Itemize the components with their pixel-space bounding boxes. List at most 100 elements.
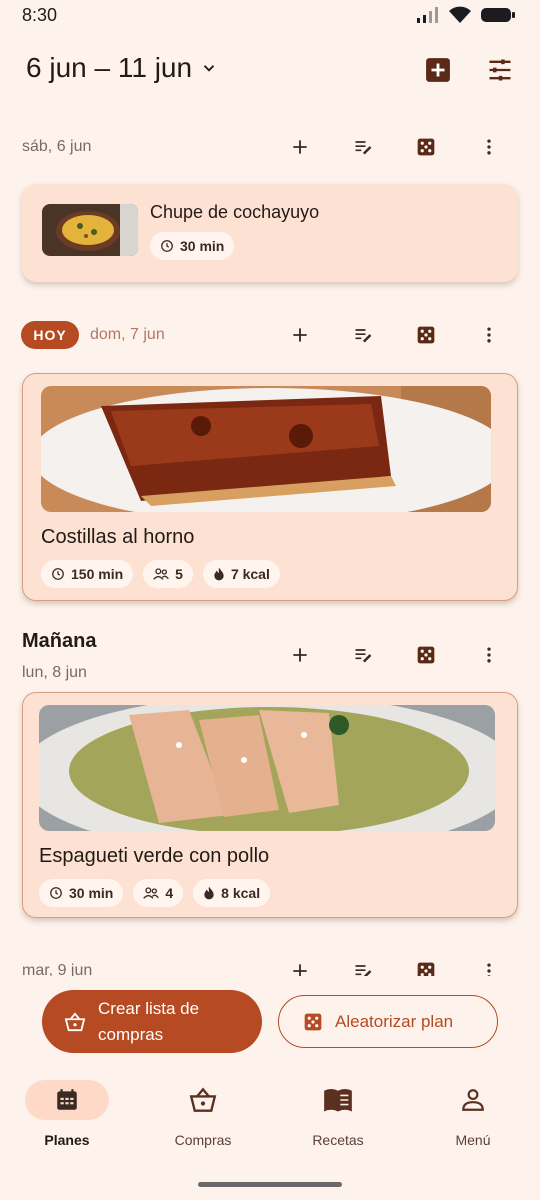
day-actions [268,318,520,352]
kcal-value: 7 kcal [230,566,270,582]
create-shopping-list-button[interactable]: Crear lista de compras [42,990,262,1053]
date-range-label: 6 jun – 11 jun [26,52,193,83]
dice-icon [417,962,434,976]
flame-icon [204,886,214,900]
chevron-down-icon [203,65,215,72]
plus-icon [292,140,307,154]
day-actions [268,130,520,164]
basket-icon [64,1011,86,1031]
meal-chips: 30 min [150,232,235,260]
time-value: 150 min [71,566,124,582]
edit-list-button[interactable] [331,318,394,352]
random-day-button[interactable] [394,638,457,672]
clock-icon [50,887,62,899]
random-day-button[interactable] [394,954,457,976]
servings-value: 5 [175,566,183,582]
random-day-button[interactable] [394,130,457,164]
dice-icon [417,138,434,156]
time-chip: 30 min [150,232,235,260]
add-meal-button[interactable] [268,130,331,164]
nav-item-planes[interactable]: Planes [12,1080,122,1148]
meal-thumbnail [42,204,138,256]
day-row-mon: Mañana lun, 8 jun [0,628,540,688]
meal-card-tomorrow[interactable]: Espagueti verde con pollo 30 min 4 8 kca… [22,692,518,918]
meal-title: Costillas al horno [41,526,195,548]
randomize-plan-label: Aleatorizar plan [335,1011,454,1031]
meal-card[interactable]: Chupe de cochayuyo 30 min [22,184,518,282]
person-icon [431,1080,515,1120]
plus-icon [292,964,307,976]
more-vert-icon [486,647,491,663]
meal-image [39,705,495,831]
nav-label: Compras [174,1132,232,1148]
edit-list-button[interactable] [331,130,394,164]
calendar-icon [25,1080,109,1120]
people-icon [143,887,160,899]
home-indicator[interactable] [198,1182,342,1187]
day-label: mar, 9 jun [22,962,93,976]
edit-note-icon [355,141,371,155]
edit-list-button[interactable] [331,954,394,976]
flame-icon [214,567,224,581]
app-header: 6 jun – 11 jun [0,44,540,94]
edit-note-icon [355,965,371,976]
edit-list-button[interactable] [331,638,394,672]
add-plan-button[interactable] [420,52,456,88]
bottom-navigation: Planes Compras Recetas Menú [0,1068,540,1168]
plan-list[interactable]: sáb, 6 jun Chupe de cochayuyo 30 min HOY… [0,110,540,976]
day-label: dom, 7 jun [90,326,165,343]
plus-icon [292,328,307,342]
create-shopping-list-label: Crear lista de compras [98,998,200,1044]
random-day-button[interactable] [394,318,457,352]
more-vert-icon [486,139,491,155]
more-vert-icon [486,327,491,343]
nav-label: Recetas [312,1132,364,1148]
time-value: 30 min [69,885,114,901]
nav-item-menu[interactable]: Menú [418,1080,528,1148]
wifi-icon [449,6,471,23]
servings-chip: 5 [143,560,193,588]
day-label: lun, 8 jun [22,664,87,681]
meal-card-today[interactable]: Costillas al horno 150 min 5 7 kcal [22,373,518,601]
date-range-selector[interactable]: 6 jun – 11 jun [26,52,218,84]
add-meal-button[interactable] [268,954,331,976]
time-value: 30 min [180,238,225,254]
more-options-button[interactable] [457,954,520,976]
bottom-actions: Crear lista de compras Aleatorizar plan [0,990,540,1054]
more-options-button[interactable] [457,318,520,352]
time-chip: 150 min [41,560,134,588]
more-options-button[interactable] [457,130,520,164]
add-meal-button[interactable] [268,638,331,672]
meal-chips: 150 min 5 7 kcal [41,560,280,588]
signal-icon [417,7,438,23]
day-actions [268,638,520,672]
day-actions [268,954,520,976]
plus-icon [292,648,307,662]
add-box-icon [426,58,450,82]
meal-title: Espagueti verde con pollo [39,845,270,867]
more-options-button[interactable] [457,638,520,672]
day-heading: Mañana [22,630,97,652]
kcal-value: 8 kcal [221,885,261,901]
edit-note-icon [355,329,371,343]
dice-icon [417,326,434,344]
add-meal-button[interactable] [268,318,331,352]
book-icon [296,1080,380,1120]
status-icons [416,6,516,24]
battery-icon [481,8,515,22]
tune-icon [489,59,511,81]
status-bar: 8:30 [0,0,540,32]
time-chip: 30 min [39,879,124,907]
basket-icon [161,1080,245,1120]
nav-label: Planes [44,1132,90,1148]
status-time: 8:30 [22,5,58,25]
filter-button[interactable] [482,52,518,88]
kcal-chip: 7 kcal [202,560,280,588]
randomize-plan-button[interactable]: Aleatorizar plan [278,995,498,1048]
dice-icon [417,646,434,664]
nav-item-recetas[interactable]: Recetas [283,1080,393,1148]
servings-value: 4 [165,885,174,901]
nav-item-compras[interactable]: Compras [148,1080,258,1148]
people-icon [153,568,169,580]
more-vert-icon [486,963,491,976]
